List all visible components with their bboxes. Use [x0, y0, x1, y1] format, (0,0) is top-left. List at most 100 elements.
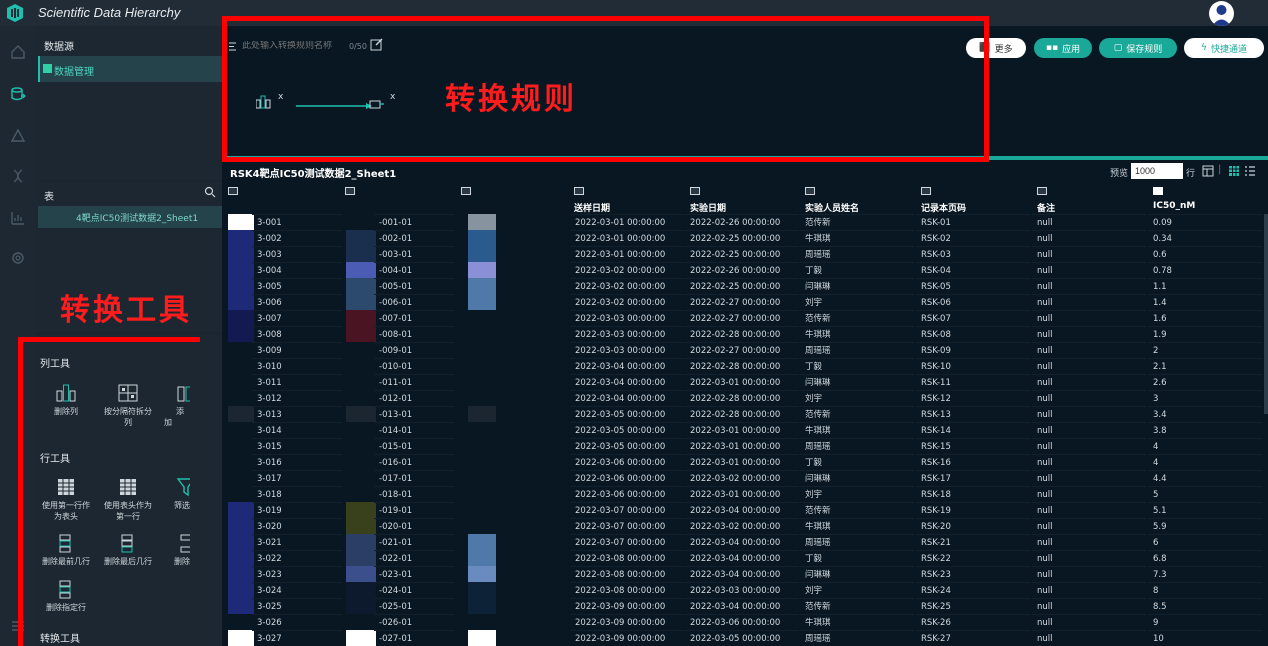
column-header-ic50[interactable]: IC50_nM [1147, 184, 1263, 214]
table-cell[interactable]: null [1032, 630, 1146, 646]
table-cell[interactable]: -005-01 [374, 278, 454, 294]
table-cell[interactable]: 8.5 [1148, 598, 1262, 614]
table-cell[interactable]: 3-011 [252, 374, 342, 390]
table-cell[interactable]: -021-01 [374, 534, 454, 550]
table-cell[interactable]: 9 [1148, 614, 1262, 630]
table-cell[interactable]: 2022-03-08 00:00:00 [570, 550, 684, 566]
table-cell[interactable]: 2022-03-05 00:00:00 [685, 630, 799, 646]
table-cell[interactable]: RSK-19 [916, 502, 1030, 518]
table-cell[interactable]: 丁毅 [800, 454, 914, 470]
table-cell[interactable]: 范传新 [800, 214, 914, 230]
table-cell[interactable]: -008-01 [374, 326, 454, 342]
table-cell[interactable]: 2022-02-27 00:00:00 [685, 342, 799, 358]
table-cell[interactable]: RSK-17 [916, 470, 1030, 486]
table-cell[interactable]: 0.6 [1148, 246, 1262, 262]
table-cell[interactable]: 2022-03-02 00:00:00 [685, 470, 799, 486]
table-cell[interactable]: null [1032, 294, 1146, 310]
table-cell[interactable]: -023-01 [374, 566, 454, 582]
table-cell[interactable]: -024-01 [374, 582, 454, 598]
table-cell[interactable]: 2022-03-07 00:00:00 [570, 502, 684, 518]
home-icon[interactable] [8, 42, 28, 62]
column-header-experimenter[interactable]: 实验人员姓名 [799, 184, 915, 214]
table-cell[interactable]: 2022-02-28 00:00:00 [685, 406, 799, 422]
table-cell[interactable]: 范传新 [800, 406, 914, 422]
table-cell[interactable]: 3-017 [252, 470, 342, 486]
table-cell[interactable]: 3-010 [252, 358, 342, 374]
table-row[interactable]: 3-012 -012-01 2022-03-04 00:00:00 2022-02-2… [222, 390, 1268, 406]
table-cell[interactable]: 2022-03-04 00:00:00 [570, 390, 684, 406]
table-cell[interactable]: 闫琳琳 [800, 470, 914, 486]
table-row[interactable]: 3-022 -022-01 2022-03-08 00:00:00 2022-03-0… [222, 550, 1268, 566]
table-cell[interactable]: 2022-03-07 00:00:00 [570, 534, 684, 550]
column-header[interactable] [455, 184, 570, 214]
table-cell[interactable]: -009-01 [374, 342, 454, 358]
table-cell[interactable]: -014-01 [374, 422, 454, 438]
table-cell[interactable]: 1.9 [1148, 326, 1262, 342]
table-cell[interactable]: null [1032, 470, 1146, 486]
table-cell[interactable]: RSK-07 [916, 310, 1030, 326]
table-cell[interactable]: -003-01 [374, 246, 454, 262]
table-cell[interactable]: -011-01 [374, 374, 454, 390]
table-cell[interactable]: -018-01 [374, 486, 454, 502]
table-cell[interactable]: 3-015 [252, 438, 342, 454]
table-cell[interactable]: 闫琳琳 [800, 374, 914, 390]
table-cell[interactable]: 牛琪琪 [800, 326, 914, 342]
table-cell[interactable]: -006-01 [374, 294, 454, 310]
table-cell[interactable]: 2022-03-01 00:00:00 [685, 438, 799, 454]
table-cell[interactable]: null [1032, 582, 1146, 598]
table-cell[interactable]: 3-012 [252, 390, 342, 406]
table-cell[interactable]: 4 [1148, 454, 1262, 470]
table-cell[interactable]: 5 [1148, 486, 1262, 502]
table-cell[interactable]: -010-01 [374, 358, 454, 374]
table-cell[interactable]: 2022-03-01 00:00:00 [570, 246, 684, 262]
table-cell[interactable]: null [1032, 454, 1146, 470]
table-cell[interactable]: 3-007 [252, 310, 342, 326]
table-cell[interactable]: 丁毅 [800, 550, 914, 566]
table-cell[interactable]: RSK-14 [916, 422, 1030, 438]
chart-icon[interactable] [8, 208, 28, 228]
table-cell[interactable]: null [1032, 230, 1146, 246]
table-row[interactable]: 3-024 -024-01 2022-03-08 00:00:00 2022-03-0… [222, 582, 1268, 598]
table-cell[interactable]: 丁毅 [800, 262, 914, 278]
table-cell[interactable]: 2022-03-09 00:00:00 [570, 630, 684, 646]
table-cell[interactable]: 2022-03-05 00:00:00 [570, 438, 684, 454]
table-cell[interactable]: -007-01 [374, 310, 454, 326]
table-cell[interactable]: 2022-03-03 00:00:00 [685, 582, 799, 598]
table-cell[interactable]: 2022-03-04 00:00:00 [570, 358, 684, 374]
table-cell[interactable]: null [1032, 326, 1146, 342]
table-cell[interactable]: 范传新 [800, 502, 914, 518]
table-cell[interactable]: 3-026 [252, 614, 342, 630]
table-cell[interactable]: 周瑶瑶 [800, 342, 914, 358]
search-icon[interactable] [204, 186, 216, 198]
column-header[interactable] [222, 184, 342, 214]
table-cell[interactable]: 3-022 [252, 550, 342, 566]
table-cell[interactable]: 丁毅 [800, 358, 914, 374]
table-cell[interactable]: 1.4 [1148, 294, 1262, 310]
table-cell[interactable]: 2022-03-09 00:00:00 [570, 614, 684, 630]
quick-channel-button[interactable]: ϟ 快捷通道 [1184, 38, 1264, 58]
table-cell[interactable]: null [1032, 534, 1146, 550]
table-cell[interactable]: null [1032, 406, 1146, 422]
table-row[interactable]: 3-026 -026-01 2022-03-09 00:00:00 2022-03-0… [222, 614, 1268, 630]
table-cell[interactable]: null [1032, 614, 1146, 630]
list-view-icon[interactable] [1244, 165, 1256, 177]
table-cell[interactable]: -026-01 [374, 614, 454, 630]
table-cell[interactable]: 0.34 [1148, 230, 1262, 246]
table-cell[interactable]: RSK-11 [916, 374, 1030, 390]
table-row[interactable]: 3-017 -017-01 2022-03-06 00:00:00 2022-03-0… [222, 470, 1268, 486]
table-row[interactable]: 3-021 -021-01 2022-03-07 00:00:00 2022-03-0… [222, 534, 1268, 550]
table-cell[interactable]: 2022-02-26 00:00:00 [685, 214, 799, 230]
table-cell[interactable]: 2022-03-06 00:00:00 [570, 470, 684, 486]
table-cell[interactable]: -019-01 [374, 502, 454, 518]
table-cell[interactable]: RSK-03 [916, 246, 1030, 262]
table-cell[interactable]: RSK-01 [916, 214, 1030, 230]
table-row[interactable]: 3-016 -016-01 2022-03-06 00:00:00 2022-03-0… [222, 454, 1268, 470]
table-row[interactable]: 3-005 -005-01 2022-03-02 00:00:00 2022-02-2… [222, 278, 1268, 294]
table-cell[interactable]: null [1032, 598, 1146, 614]
table-cell[interactable]: 1.1 [1148, 278, 1262, 294]
table-cell[interactable]: 牛琪琪 [800, 518, 914, 534]
preview-rows-input[interactable] [1131, 163, 1183, 179]
table-cell[interactable]: RSK-27 [916, 630, 1030, 646]
table-cell[interactable]: -002-01 [374, 230, 454, 246]
table-cell[interactable]: null [1032, 358, 1146, 374]
